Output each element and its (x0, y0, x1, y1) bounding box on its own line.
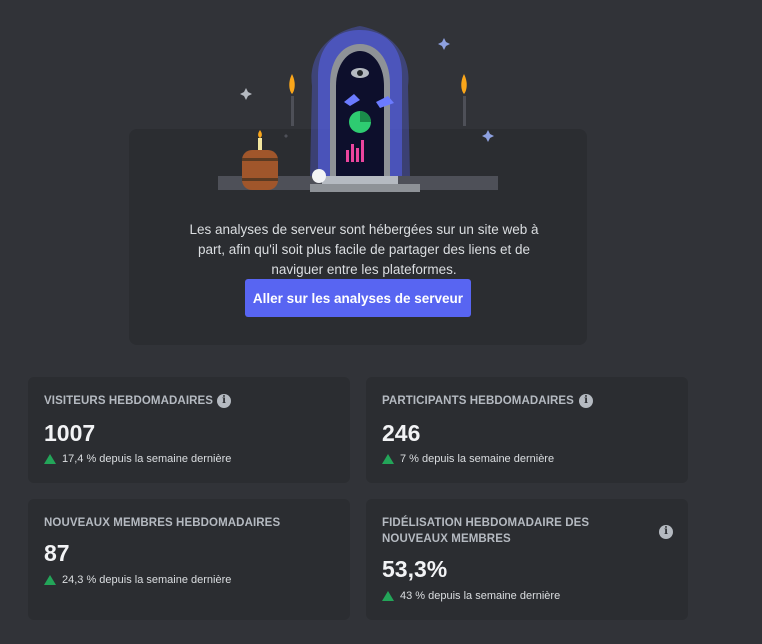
info-icon[interactable]: i (579, 394, 593, 408)
stat-delta-text: 24,3 % depuis la semaine dernière (62, 574, 232, 586)
stat-title: VISITEURS HEBDOMADAIRES (44, 395, 214, 407)
trend-up-icon (382, 454, 394, 464)
open-server-analytics-button[interactable]: Aller sur les analyses de serveur (245, 279, 471, 317)
stat-title: FIDÉLISATION HEBDOMADAIRE DES NOUVEAUX M… (382, 517, 590, 545)
stat-card-weekly-visitors: VISITEURS HEBDOMADAIRES i 1007 17,4 % de… (28, 377, 350, 483)
info-icon[interactable]: i (217, 394, 231, 408)
stat-value: 53,3% (382, 556, 448, 582)
analytics-portal-illustration (218, 26, 498, 192)
stat-value: 246 (382, 420, 421, 446)
stat-delta-text: 43 % depuis la semaine dernière (400, 590, 561, 602)
stat-title: NOUVEAUX MEMBRES HEBDOMADAIRES (44, 517, 281, 529)
stat-card-weekly-new-member-retention: FIDÉLISATION HEBDOMADAIRE DES NOUVEAUX M… (366, 499, 688, 620)
stat-delta-text: 7 % depuis la semaine dernière (400, 453, 555, 465)
stat-value: 1007 (44, 420, 96, 446)
analytics-description: Les analyses de serveur sont hébergées s… (189, 221, 539, 277)
info-icon[interactable]: i (659, 525, 673, 539)
stat-title: PARTICIPANTS HEBDOMADAIRES (382, 395, 574, 407)
stat-value: 87 (44, 540, 70, 566)
stat-delta: 43 % depuis la semaine dernière (382, 590, 560, 602)
trend-up-icon (382, 591, 394, 601)
trend-up-icon (44, 454, 56, 464)
stat-delta: 7 % depuis la semaine dernière (382, 453, 554, 465)
stat-delta: 24,3 % depuis la semaine dernière (44, 574, 231, 586)
stat-card-weekly-participants: PARTICIPANTS HEBDOMADAIRES i 246 7 % dep… (366, 377, 688, 483)
stat-card-weekly-new-members: NOUVEAUX MEMBRES HEBDOMADAIRES 87 24,3 %… (28, 499, 350, 620)
trend-up-icon (44, 575, 56, 585)
stat-delta: 17,4 % depuis la semaine dernière (44, 453, 231, 465)
stat-delta-text: 17,4 % depuis la semaine dernière (62, 453, 232, 465)
